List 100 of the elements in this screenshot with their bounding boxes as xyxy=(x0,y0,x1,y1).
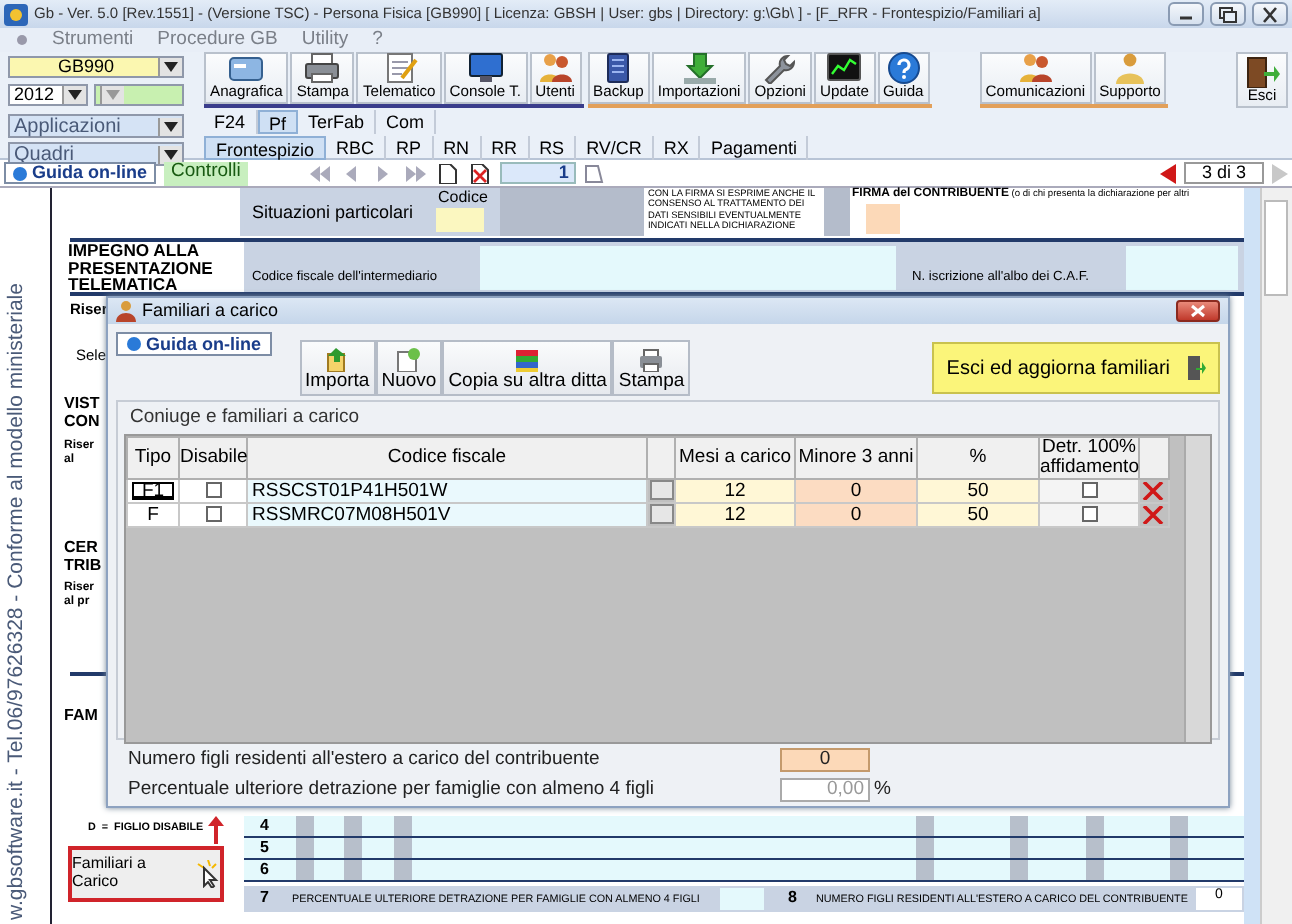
help-link[interactable]: Guida on-line xyxy=(116,332,271,357)
import-icon xyxy=(324,348,351,373)
close-icon xyxy=(1190,304,1206,319)
year-select[interactable]: 2012 xyxy=(8,84,88,106)
shaded-cell xyxy=(394,838,412,858)
exit-door-icon xyxy=(1186,356,1206,381)
code-field xyxy=(436,208,484,232)
toolbar-button[interactable]: Copia su altra ditta xyxy=(442,340,613,397)
cert-heading: CER TRIB xyxy=(64,540,102,576)
previous-icon[interactable] xyxy=(1160,163,1176,183)
checkbox[interactable] xyxy=(1081,506,1097,523)
row-number: 5 xyxy=(260,840,269,858)
pointer-arrow xyxy=(208,816,224,844)
table-cell: 12 xyxy=(675,502,795,527)
column-header: Mesi a carico xyxy=(675,436,795,479)
books-icon xyxy=(514,348,541,373)
caf-field[interactable] xyxy=(1126,246,1238,290)
column-header: Detr. 100% affidamento xyxy=(1039,436,1139,479)
toolbar-button[interactable]: Importa xyxy=(299,340,376,397)
scrollbar[interactable] xyxy=(1260,188,1292,924)
shaded-cell xyxy=(296,838,314,858)
dropdown-icon xyxy=(68,90,82,100)
company-select[interactable]: GB990 xyxy=(8,56,184,78)
toolbar-button[interactable]: Nuovo xyxy=(375,340,443,397)
delete-icon xyxy=(1142,481,1164,500)
number-field[interactable]: 0 xyxy=(780,748,870,773)
exit-update-button[interactable]: Esci ed aggiorna familiari xyxy=(932,342,1220,395)
lookup-button[interactable] xyxy=(649,479,673,500)
globe-icon xyxy=(12,165,28,181)
exit-door-icon xyxy=(1242,56,1282,89)
column-header: Minore 3 anni xyxy=(795,436,917,479)
shaded-cell xyxy=(344,860,362,880)
new-document-icon xyxy=(395,348,422,373)
column-header: Codice fiscale xyxy=(247,436,647,479)
delete-button[interactable] xyxy=(1140,480,1166,501)
monitor-icon xyxy=(465,52,506,85)
group-label: Coniuge e familiari a carico xyxy=(128,408,362,430)
dialog-title: Familiari a carico xyxy=(142,301,279,322)
printer-icon xyxy=(638,348,665,373)
checkbox[interactable] xyxy=(1081,482,1097,499)
checks-button[interactable]: Controlli xyxy=(163,161,249,185)
table-cell: RSSMRC07M08H501V xyxy=(247,502,647,527)
shaded-cell xyxy=(1170,838,1188,858)
shaded-cell xyxy=(916,860,934,880)
delete-page-icon[interactable] xyxy=(468,163,493,183)
code-label: Codice xyxy=(438,190,488,208)
wrench-icon xyxy=(760,52,801,85)
dropdown-icon xyxy=(164,62,178,72)
empty-select[interactable] xyxy=(94,84,184,106)
column-header: Disabile xyxy=(179,436,247,479)
shaded-cell xyxy=(1010,838,1028,858)
row-number: 7 xyxy=(260,890,269,908)
column-header: % xyxy=(917,436,1039,479)
tab[interactable]: Pf xyxy=(257,110,299,134)
tab[interactable]: Com xyxy=(376,110,437,134)
chart-screen-icon xyxy=(824,52,865,85)
shaded-cell xyxy=(1086,860,1104,880)
tab[interactable]: Frontespizio xyxy=(204,136,327,160)
shaded-cell xyxy=(1086,816,1104,836)
printer-icon xyxy=(302,52,343,85)
table-cell: RSSCST01P41H501W xyxy=(247,478,647,503)
minimize-button[interactable] xyxy=(1168,2,1204,26)
close-button[interactable] xyxy=(1176,300,1220,323)
scroll-thumb[interactable] xyxy=(1264,200,1288,296)
delete-button[interactable] xyxy=(1140,504,1166,525)
checkbox[interactable] xyxy=(205,482,221,499)
column-header: Tipo xyxy=(127,436,179,479)
people-icon xyxy=(1015,52,1056,85)
shaded-cell xyxy=(1170,816,1188,836)
table-cell: 0 xyxy=(795,478,917,503)
next-icon[interactable] xyxy=(1272,163,1288,183)
visa-heading: VIST CON xyxy=(64,396,100,432)
applications-select[interactable]: Applicazioni xyxy=(8,114,184,138)
row-number: 4 xyxy=(260,818,269,836)
family-button[interactable]: Familiari a Carico xyxy=(68,846,224,902)
app-menu-icon xyxy=(16,34,28,46)
shaded-cell xyxy=(296,860,314,880)
help-link[interactable]: Guida on-line xyxy=(4,162,155,184)
commitment-heading: IMPEGNO ALLA PRESENTAZIONE TELEMATICA xyxy=(68,242,215,294)
toolbar-button[interactable]: Stampa xyxy=(612,340,691,397)
page-counter: 3 di 3 xyxy=(1184,162,1264,184)
page-field[interactable]: 1 xyxy=(500,162,577,184)
field-label: Numero figli residenti all'estero a carico del contribuente xyxy=(128,749,602,771)
people-icon xyxy=(535,52,576,85)
shaded-cell xyxy=(394,860,412,880)
shaded-cell xyxy=(344,838,362,858)
percent-field[interactable] xyxy=(720,888,764,910)
card-icon xyxy=(226,52,267,85)
shaded-cell xyxy=(1086,838,1104,858)
delete-icon xyxy=(1142,505,1164,524)
checkbox[interactable] xyxy=(205,506,221,523)
close-button[interactable] xyxy=(1252,2,1288,26)
family-icon xyxy=(116,300,136,323)
situations-label: Situazioni particolari xyxy=(252,204,414,224)
intermediary-field[interactable] xyxy=(480,246,896,290)
lookup-button[interactable] xyxy=(649,503,673,524)
scrollbar[interactable] xyxy=(1184,435,1210,742)
restore-button[interactable] xyxy=(1210,2,1246,26)
tab[interactable]: TerFab xyxy=(298,110,377,134)
dropdown-icon xyxy=(164,121,178,131)
